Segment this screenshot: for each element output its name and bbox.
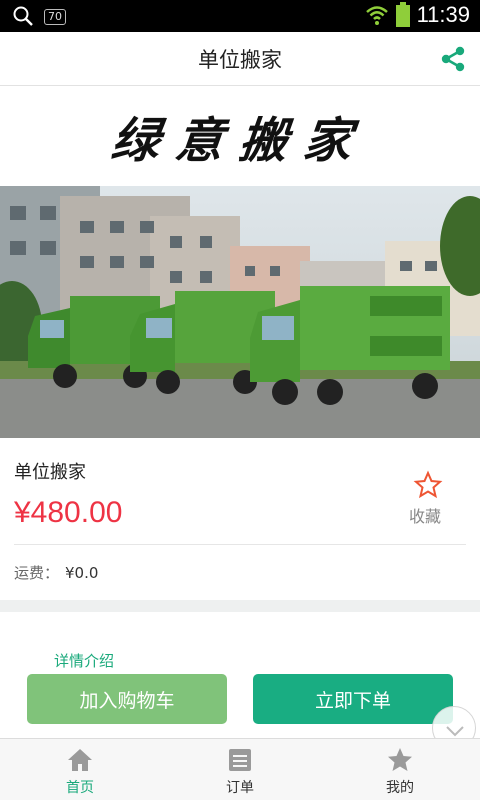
wifi-icon xyxy=(365,6,388,25)
nav-item-home[interactable]: 首页 xyxy=(0,739,160,800)
shipping-value: ¥0.0 xyxy=(65,564,99,582)
shipping-fee: 运费： ¥0.0 xyxy=(14,562,98,583)
home-icon xyxy=(68,749,92,771)
search-icon xyxy=(13,6,33,26)
page-title: 单位搬家 xyxy=(198,48,282,72)
product-info: 单位搬家 ¥480.00 收藏 运费： ¥0.0 xyxy=(0,438,480,600)
star-outline-icon xyxy=(413,470,443,499)
details-title[interactable]: 详情介绍 xyxy=(54,650,114,671)
app-header: 单位搬家 xyxy=(0,32,480,86)
add-to-cart-button[interactable]: 加入购物车 xyxy=(27,674,227,724)
favorite-label: 收藏 xyxy=(408,507,441,526)
order-icon xyxy=(229,749,251,771)
clock: 11:39 xyxy=(416,2,470,27)
product-price: ¥480.00 xyxy=(14,496,123,529)
buy-now-button[interactable]: 立即下单 xyxy=(253,674,453,724)
notification-badge: 70 xyxy=(44,8,66,25)
product-image[interactable] xyxy=(0,186,480,438)
nav-item-profile[interactable]: 我的 xyxy=(320,739,480,800)
nav-label-profile: 我的 xyxy=(386,780,414,796)
section-gap xyxy=(0,600,480,612)
nav-label-home: 首页 xyxy=(66,780,94,796)
star-icon xyxy=(388,748,412,771)
status-bar: 70 11:39 xyxy=(0,0,480,32)
nav-item-orders[interactable]: 订单 xyxy=(160,739,320,800)
bottom-nav: 首页 订单 我的 xyxy=(0,738,480,800)
moving-trucks-image xyxy=(0,186,480,438)
share-icon[interactable] xyxy=(438,44,468,74)
shipping-label: 运费： xyxy=(14,564,60,582)
brand-calligraphy: 绿意搬家 xyxy=(108,113,371,169)
brand-banner: 绿意搬家 xyxy=(0,86,480,186)
favorite-button[interactable]: 收藏 xyxy=(406,470,450,527)
battery-icon xyxy=(395,2,410,27)
product-name: 单位搬家 xyxy=(14,462,86,483)
divider xyxy=(14,544,466,545)
nav-label-orders: 订单 xyxy=(226,780,254,796)
